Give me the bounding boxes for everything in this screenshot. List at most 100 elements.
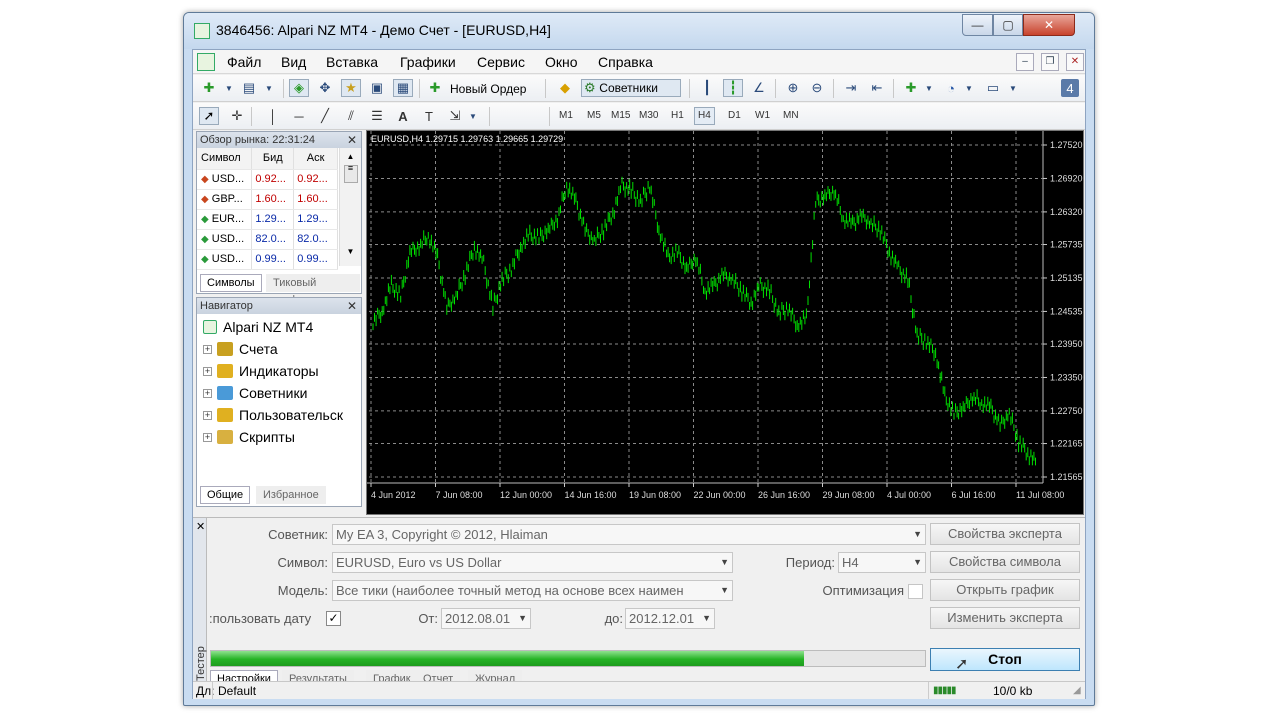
expand-icon[interactable]: + xyxy=(203,366,212,376)
symbol-select[interactable]: EURUSD, Euro vs US Dollar ▼ xyxy=(332,552,733,573)
use-date-checkbox[interactable]: ✓ xyxy=(326,611,341,626)
trendline-icon[interactable]: ╱ xyxy=(315,107,335,125)
data-window-icon[interactable]: ✥ xyxy=(315,79,335,97)
indicators-icon[interactable]: ✚ xyxy=(901,79,921,97)
expand-icon[interactable]: + xyxy=(203,410,212,420)
expand-icon[interactable]: + xyxy=(203,388,212,398)
resize-grip-icon[interactable]: ◢ xyxy=(1073,685,1081,696)
chart-canvas[interactable]: 1.27520 1.26920 1.26320 1.25735 1.25135 1.245… xyxy=(367,131,1083,514)
navigator-item[interactable]: + Советники xyxy=(203,385,307,401)
bar-chart-icon[interactable]: ┃ xyxy=(697,79,717,97)
new-order-icon[interactable]: ✚ xyxy=(425,79,445,97)
table-row[interactable]: ◆ USD... 82.0... 82.0... xyxy=(197,229,338,250)
to-date-picker[interactable]: 2012.12.01 ▼ xyxy=(625,608,715,629)
timeframe-mn[interactable]: MN xyxy=(783,110,799,121)
tab-tick-chart[interactable]: Тиковый график xyxy=(266,274,360,306)
maximize-button[interactable]: ▢ xyxy=(993,14,1023,36)
text-icon[interactable]: A xyxy=(393,107,413,125)
close-button[interactable]: ✕ xyxy=(1023,14,1075,36)
chart-shift-icon[interactable]: ⇤ xyxy=(867,79,887,97)
crosshair-icon[interactable]: ✛ xyxy=(227,107,247,125)
navigator-item[interactable]: + Счета xyxy=(203,341,278,357)
new-order-button[interactable]: Новый Ордер xyxy=(450,82,526,96)
navigator-item[interactable]: + Индикаторы xyxy=(203,363,319,379)
scrollbar-thumb[interactable]: ≡ xyxy=(343,164,358,183)
close-icon[interactable]: ✕ xyxy=(347,298,357,314)
table-row[interactable]: ◆ GBP... 1.60... 1.60... xyxy=(197,189,338,210)
market-watch-icon[interactable]: ◈ xyxy=(289,79,309,97)
minimize-button[interactable]: — xyxy=(962,14,993,36)
timeframe-m1[interactable]: M1 xyxy=(559,110,573,121)
mdi-close-button[interactable]: ✕ xyxy=(1066,53,1084,71)
text-label-icon[interactable]: T xyxy=(419,107,439,125)
periods-clock-icon[interactable]: ◔ xyxy=(941,79,961,97)
navigator-item[interactable]: + Пользовательск xyxy=(203,407,343,423)
experts-button[interactable]: ⚙ Советники xyxy=(581,79,681,97)
table-row[interactable]: ◆ USD... 0.92... 0.92... xyxy=(197,169,338,190)
dropdown-arrow-icon[interactable]: ▼ xyxy=(259,79,279,97)
channel-icon[interactable]: ⫽ xyxy=(341,107,361,125)
tab-common[interactable]: Общие xyxy=(200,486,251,504)
menu-insert[interactable]: Вставка xyxy=(326,54,378,70)
column-header[interactable]: Бид xyxy=(251,148,295,170)
expand-icon[interactable]: + xyxy=(203,344,212,354)
timeframe-h1[interactable]: H1 xyxy=(671,110,684,121)
arrows-icon[interactable]: ⇲ xyxy=(445,107,465,125)
from-date-picker[interactable]: 2012.08.01 ▼ xyxy=(441,608,531,629)
mdi-restore-button[interactable]: ❐ xyxy=(1041,53,1059,71)
tab-favorites[interactable]: Избранное xyxy=(256,486,326,504)
timeframe-w1[interactable]: W1 xyxy=(755,110,770,121)
timeframe-m30[interactable]: M30 xyxy=(639,110,658,121)
tab-symbols[interactable]: Символы xyxy=(200,274,262,292)
optimization-checkbox[interactable] xyxy=(908,584,923,599)
menu-window[interactable]: Окно xyxy=(545,54,578,70)
model-select[interactable]: Все тики (наиболее точный метод на основ… xyxy=(332,580,733,601)
menu-file[interactable]: Файл xyxy=(227,54,261,70)
expert-select[interactable]: My EA 3, Copyright © 2012, Hlaiman ▼ xyxy=(332,524,926,545)
timeframe-h4[interactable]: H4 xyxy=(694,107,715,125)
mdi-minimize-button[interactable]: – xyxy=(1016,53,1034,71)
dropdown-arrow-icon[interactable]: ▼ xyxy=(959,79,979,97)
navigator-icon[interactable]: ★ xyxy=(341,79,361,97)
zoom-out-icon[interactable]: ⊖ xyxy=(807,79,827,97)
timeframe-m15[interactable]: M15 xyxy=(611,110,630,121)
menu-charts[interactable]: Графики xyxy=(400,54,456,70)
stop-button[interactable]: Стоп xyxy=(930,648,1080,671)
dropdown-arrow-icon[interactable]: ▼ xyxy=(1003,79,1023,97)
price-chart[interactable]: 1.27520 1.26920 1.26320 1.25735 1.25135 1.245… xyxy=(366,130,1084,515)
cursor-icon[interactable]: ➚ xyxy=(199,107,219,125)
column-header[interactable]: Символ xyxy=(197,148,253,170)
templates-icon[interactable]: ▭ xyxy=(983,79,1003,97)
expand-icon[interactable]: + xyxy=(203,432,212,442)
vertical-line-icon[interactable]: │ xyxy=(263,107,283,125)
close-icon[interactable]: ✕ xyxy=(347,132,357,148)
period-select[interactable]: H4 ▼ xyxy=(838,552,926,573)
dropdown-arrow-icon[interactable]: ▼ xyxy=(919,79,939,97)
table-row[interactable]: ◆ USD... 0.99... 0.99... xyxy=(197,249,338,270)
timeframe-m5[interactable]: M5 xyxy=(587,110,601,121)
expert-properties-button[interactable]: Свойства эксперта xyxy=(930,523,1080,545)
tester-icon[interactable]: ▦ xyxy=(393,79,413,97)
community-icon[interactable]: 4 xyxy=(1061,79,1079,97)
menu-tools[interactable]: Сервис xyxy=(477,54,525,70)
horizontal-line-icon[interactable]: ─ xyxy=(289,107,309,125)
zoom-in-icon[interactable]: ⊕ xyxy=(783,79,803,97)
open-chart-button[interactable]: Открыть график xyxy=(930,579,1080,601)
table-row[interactable]: ◆ EUR... 1.29... 1.29... xyxy=(197,209,338,230)
timeframe-d1[interactable]: D1 xyxy=(728,110,741,121)
navigator-root[interactable]: Alpari NZ MT4 xyxy=(203,319,313,335)
scrollbar[interactable]: ▲ ≡ ▼ xyxy=(339,148,361,266)
column-header[interactable]: Аск xyxy=(293,148,338,170)
profiles-icon[interactable]: ▤ xyxy=(239,79,259,97)
menu-view[interactable]: Вид xyxy=(281,54,306,70)
candlesticks-icon[interactable]: ┇ xyxy=(723,79,743,97)
symbol-properties-button[interactable]: Свойства символа xyxy=(930,551,1080,573)
terminal-icon[interactable]: ▣ xyxy=(367,79,387,97)
line-chart-icon[interactable]: ∠ xyxy=(749,79,769,97)
dropdown-arrow-icon[interactable]: ▼ xyxy=(219,79,239,97)
navigator-item[interactable]: + Скрипты xyxy=(203,429,295,445)
dropdown-arrow-icon[interactable]: ▼ xyxy=(463,107,483,125)
modify-expert-button[interactable]: Изменить эксперта xyxy=(930,607,1080,629)
new-chart-icon[interactable]: ✚ xyxy=(199,79,219,97)
scroll-down-icon[interactable]: ▼ xyxy=(340,247,361,256)
